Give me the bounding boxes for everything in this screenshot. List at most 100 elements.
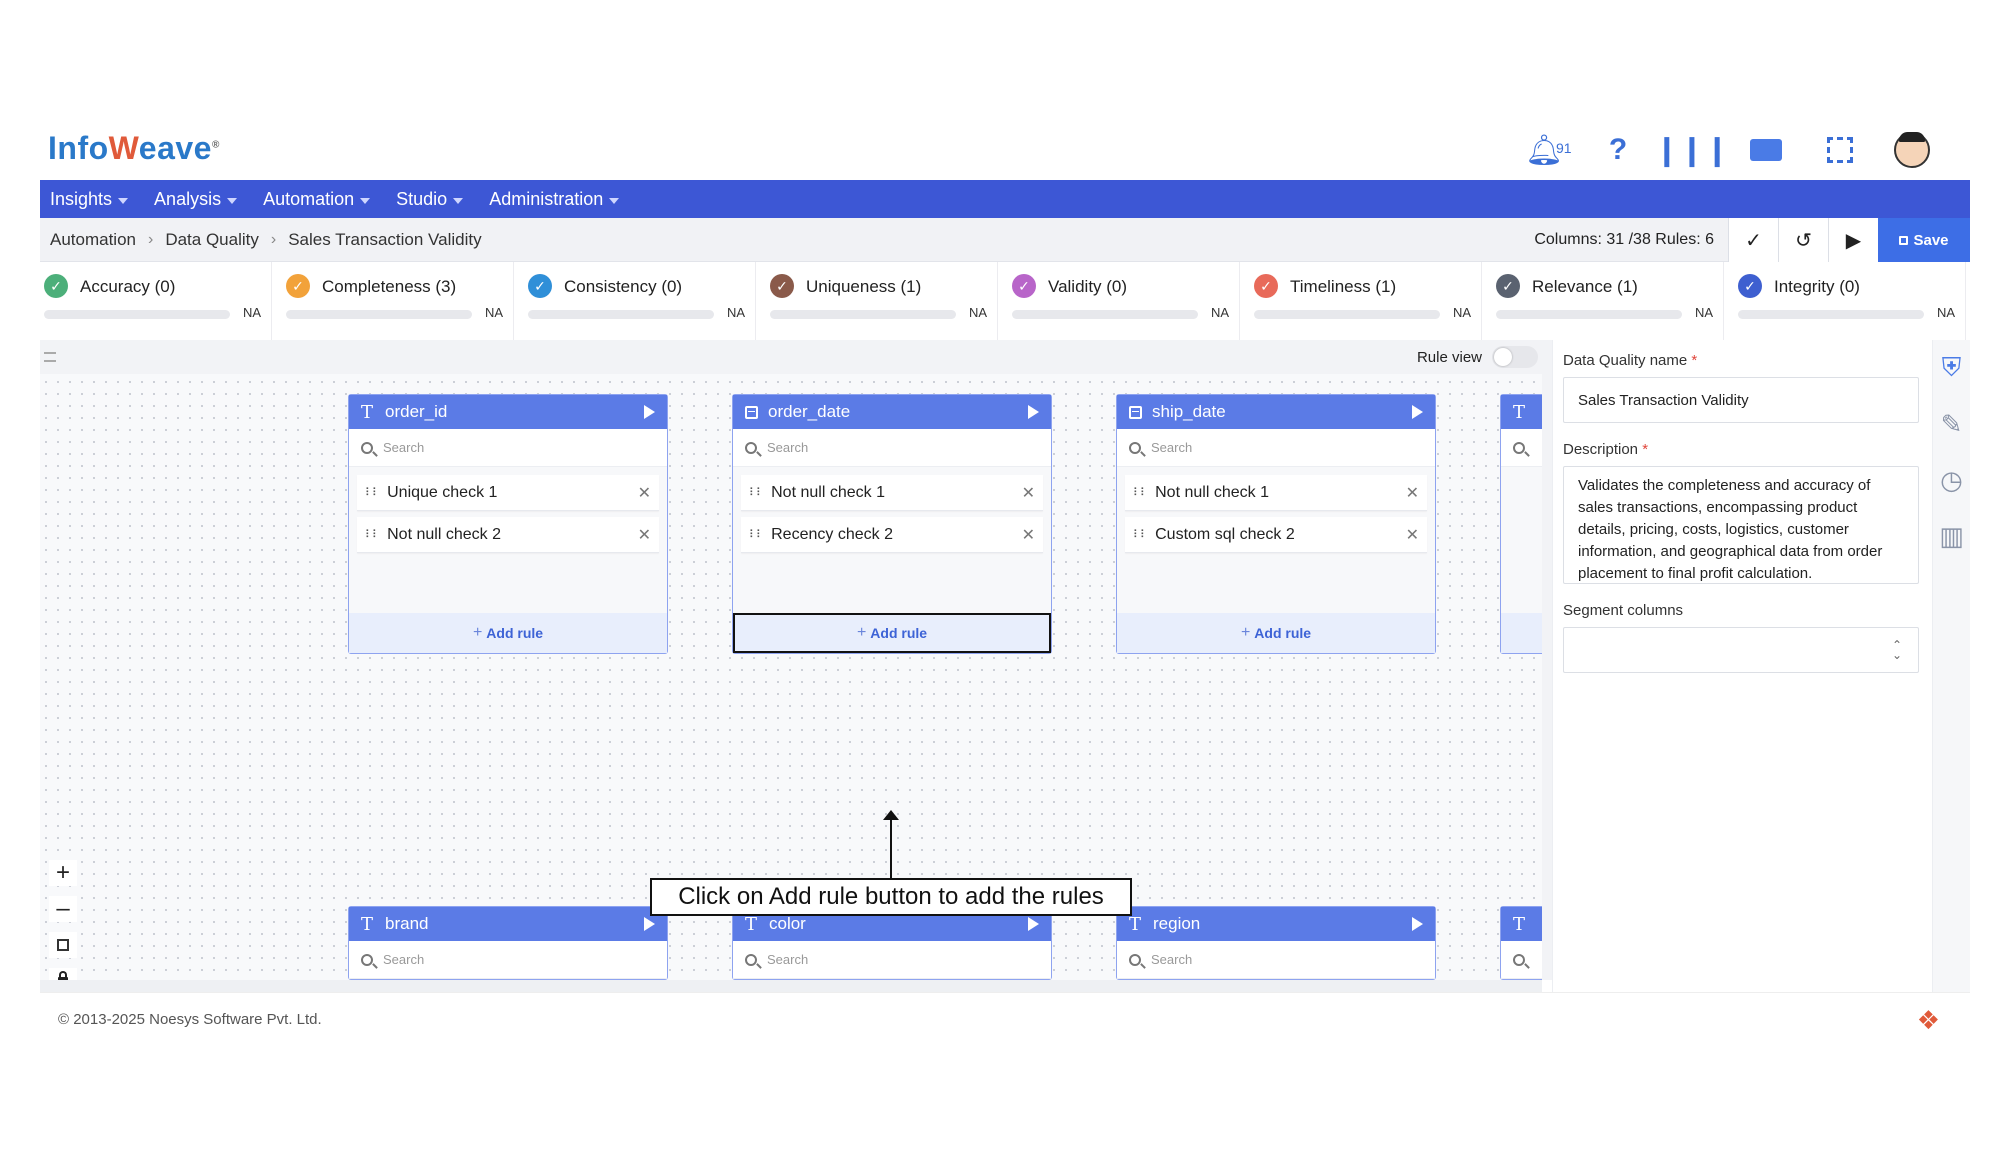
remove-rule-icon[interactable]: ✕ <box>1406 483 1419 503</box>
drag-handle-icon[interactable]: ⠇⠇ <box>365 486 380 499</box>
remove-rule-icon[interactable]: ✕ <box>638 483 651 503</box>
column-card-region[interactable]: Tregion Search <box>1116 906 1436 980</box>
vertical-splitter[interactable] <box>1542 340 1552 980</box>
drag-handle-icon[interactable]: ⠇⠇ <box>749 486 764 499</box>
add-rule-button[interactable]: + Add rule <box>349 613 667 653</box>
metric-label: Completeness (3) <box>322 277 457 296</box>
description-textarea[interactable]: Validates the completeness and accuracy … <box>1563 466 1919 584</box>
edit-icon[interactable]: ✎ <box>1938 409 1966 439</box>
add-rule-button[interactable]: + Add rule <box>733 613 1051 653</box>
nav-analysis[interactable]: Analysis <box>154 189 238 210</box>
metric-progress-bar <box>770 310 956 319</box>
metric-accuracy[interactable]: ✓ Accuracy (0) NA <box>40 262 272 340</box>
metric-uniqueness[interactable]: ✓ Uniqueness (1) NA <box>766 262 998 340</box>
add-rule-button[interactable]: + Add rule <box>1117 613 1435 653</box>
library-icon[interactable]: ❙❙❙ <box>1654 130 1729 170</box>
rule-item[interactable]: ⠇⠇ Not null check 1 ✕ <box>1125 475 1427 511</box>
rule-item[interactable]: ⠇⠇ Not null check 2 ✕ <box>357 517 659 553</box>
run-column-icon[interactable] <box>644 405 655 419</box>
history-icon: ↺ <box>1795 229 1812 252</box>
column-card-brand[interactable]: Tbrand Search <box>348 906 668 980</box>
rule-view-toggle[interactable] <box>1492 346 1538 368</box>
add-rule-button[interactable] <box>1501 613 1542 653</box>
rule-item[interactable]: ⠇⠇ Recency check 2 ✕ <box>741 517 1043 553</box>
search-placeholder: Search <box>383 952 425 967</box>
metric-relevance[interactable]: ✓ Relevance (1) NA <box>1492 262 1724 340</box>
bell-icon[interactable]: 🔔︎ 91 <box>1524 130 1572 170</box>
column-card-ship_date[interactable]: ship_date Search ⠇⠇ Not null check 1 ✕ ⠇⠇ Cust… <box>1116 394 1436 654</box>
column-card-partial[interactable]: T <box>1500 906 1542 980</box>
card-search-input[interactable]: Search <box>349 941 667 979</box>
metric-timeliness[interactable]: ✓ Timeliness (1) NA <box>1250 262 1482 340</box>
monitor-icon[interactable] <box>1746 130 1786 170</box>
run-column-icon[interactable] <box>1412 917 1423 931</box>
breadcrumb-data-quality[interactable]: Data Quality <box>165 230 259 250</box>
column-name: region <box>1153 914 1201 933</box>
remove-rule-icon[interactable]: ✕ <box>1406 525 1419 545</box>
card-search-input[interactable] <box>1501 941 1542 979</box>
card-search-input[interactable]: Search <box>1117 941 1435 979</box>
horizontal-splitter[interactable] <box>40 980 1542 992</box>
layout-icon[interactable]: ▥ <box>1938 521 1966 551</box>
drag-handle-icon[interactable]: ⠇⠇ <box>1133 486 1148 499</box>
metric-consistency[interactable]: ✓ Consistency (0) NA <box>524 262 756 340</box>
drag-handle-icon[interactable]: ⠇⠇ <box>1133 528 1148 541</box>
run-column-icon[interactable] <box>1412 405 1423 419</box>
remove-rule-icon[interactable]: ✕ <box>638 525 651 545</box>
zoom-in-button[interactable]: + <box>49 859 77 886</box>
column-card-color[interactable]: Tcolor Search <box>732 906 1052 980</box>
infoveave-logo[interactable]: InfoWeave® <box>48 130 220 167</box>
card-search-input[interactable]: Search <box>733 429 1051 467</box>
card-search-input[interactable]: Search <box>733 941 1051 979</box>
validate-button[interactable]: ✓ <box>1728 218 1778 262</box>
remove-rule-icon[interactable]: ✕ <box>1022 483 1035 503</box>
collapse-icon[interactable] <box>44 352 56 362</box>
lock-button[interactable] <box>49 968 77 980</box>
nav-studio[interactable]: Studio <box>396 189 464 210</box>
help-icon[interactable]: ? <box>1598 130 1638 170</box>
column-name: order_date <box>768 402 851 421</box>
remove-rule-icon[interactable]: ✕ <box>1022 525 1035 545</box>
column-card-partial[interactable]: T <box>1500 394 1542 654</box>
metric-validity[interactable]: ✓ Validity (0) NA <box>1008 262 1240 340</box>
run-column-icon[interactable] <box>1028 405 1039 419</box>
nav-automation[interactable]: Automation <box>263 189 371 210</box>
rule-item[interactable]: ⠇⠇ Not null check 1 ✕ <box>741 475 1043 511</box>
history-button[interactable]: ↺ <box>1778 218 1828 262</box>
card-header: Tregion <box>1117 907 1435 941</box>
rule-item[interactable]: ⠇⠇ Custom sql check 2 ✕ <box>1125 517 1427 553</box>
search-placeholder: Search <box>767 440 809 455</box>
breadcrumb-automation[interactable]: Automation <box>50 230 136 250</box>
lock-icon: ✓ <box>1496 274 1520 298</box>
fit-view-button[interactable] <box>49 932 77 958</box>
fullscreen-icon[interactable] <box>1820 130 1860 170</box>
card-search-input[interactable]: Search <box>349 429 667 467</box>
dq-name-input[interactable]: Sales Transaction Validity <box>1563 377 1919 423</box>
metric-completeness[interactable]: ✓ Completeness (3) NA <box>282 262 514 340</box>
card-header: Torder_id <box>349 395 667 429</box>
rule-canvas[interactable]: Rule view Torder_id Search ⠇⠇ Unique check … <box>40 340 1542 980</box>
nav-administration[interactable]: Administration <box>489 189 620 210</box>
nav-insights[interactable]: Insights <box>50 189 129 210</box>
check-circle-icon: ✓ <box>44 274 68 298</box>
run-button[interactable]: ▶ <box>1828 218 1878 262</box>
drag-handle-icon[interactable]: ⠇⠇ <box>749 528 764 541</box>
column-card-order_date[interactable]: order_date Search ⠇⠇ Not null check 1 ✕ ⠇⠇ Rec… <box>732 394 1052 654</box>
run-column-icon[interactable] <box>644 917 655 931</box>
card-search-input[interactable] <box>1501 429 1542 467</box>
column-rule-counts: Columns: 31 /38 Rules: 6 <box>1534 231 1714 248</box>
rule-item[interactable]: ⠇⠇ Unique check 1 ✕ <box>357 475 659 511</box>
search-icon <box>1129 953 1141 966</box>
metric-integrity[interactable]: ✓ Integrity (0) NA <box>1734 262 1966 340</box>
zoom-out-button[interactable]: – <box>49 895 77 922</box>
run-column-icon[interactable] <box>1028 917 1039 931</box>
drag-handle-icon[interactable]: ⠇⠇ <box>365 528 380 541</box>
column-card-order_id[interactable]: Torder_id Search ⠇⠇ Unique check 1 ✕ ⠇⠇ Not nu… <box>348 394 668 654</box>
card-header: T <box>1501 907 1542 941</box>
user-avatar[interactable] <box>1894 132 1930 168</box>
clock-icon[interactable]: ◷ <box>1938 465 1966 495</box>
segment-columns-select[interactable]: ⌃ ⌄ <box>1563 627 1919 673</box>
shield-icon[interactable]: ⛨ <box>1938 352 1966 382</box>
save-button[interactable]: Save <box>1878 218 1970 262</box>
card-search-input[interactable]: Search <box>1117 429 1435 467</box>
